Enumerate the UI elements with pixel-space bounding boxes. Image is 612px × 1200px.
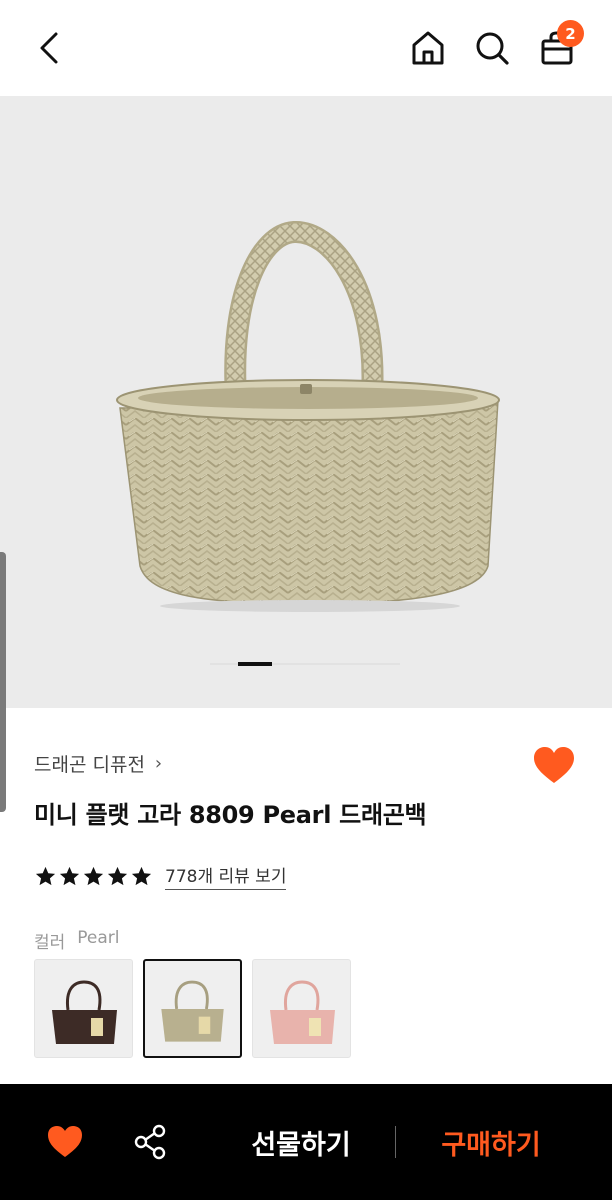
product-image [116,221,500,612]
star-icon [83,866,104,885]
bottom-bar-divider [395,1126,396,1158]
buy-button[interactable]: 구매하기 [410,1116,572,1168]
cart-count-badge: 2 [557,20,584,47]
home-icon [412,31,444,65]
color-value: Pearl [77,928,120,948]
gallery-pager [210,662,400,666]
color-label: 컬러 [34,933,66,953]
swatch-bag-image [52,980,117,1044]
color-swatch-pink[interactable] [252,959,351,1058]
star-icon [35,866,56,885]
search-button[interactable] [468,24,516,72]
swatch-bag-image [270,980,335,1044]
product-image-gallery[interactable] [0,96,612,708]
chevron-left-icon [40,32,58,64]
star-icon [59,866,80,885]
pager-active-indicator [238,662,272,666]
star-rating [34,865,153,888]
color-swatches [34,959,351,1058]
brand-link[interactable]: 드래곤 디퓨전 › [34,750,162,777]
chevron-right-icon: › [154,753,163,774]
color-option-label-row: 컬러 Pearl [34,928,120,953]
swatch-bag-image [161,980,224,1042]
star-icon [131,866,152,885]
heart-icon[interactable] [44,1121,86,1163]
review-link[interactable]: 778개 리뷰 보기 [165,862,287,890]
gift-button[interactable]: 선물하기 [220,1116,382,1168]
share-icon[interactable] [130,1121,172,1163]
edge-scroll-handle[interactable] [0,552,6,812]
back-button[interactable] [26,24,74,72]
search-icon [476,32,509,65]
color-swatch-dark[interactable] [34,959,133,1058]
color-swatch-pearl[interactable] [143,959,242,1058]
home-button[interactable] [404,24,452,72]
top-navigation-bar: 2 [0,0,612,96]
wishlist-heart-icon[interactable] [532,744,576,788]
rating-row: 778개 리뷰 보기 [34,862,287,890]
star-icon [107,866,128,885]
product-title: 미니 플랫 고라 8809 Pearl 드래곤백 [34,801,427,829]
brand-name: 드래곤 디퓨전 [34,754,145,776]
